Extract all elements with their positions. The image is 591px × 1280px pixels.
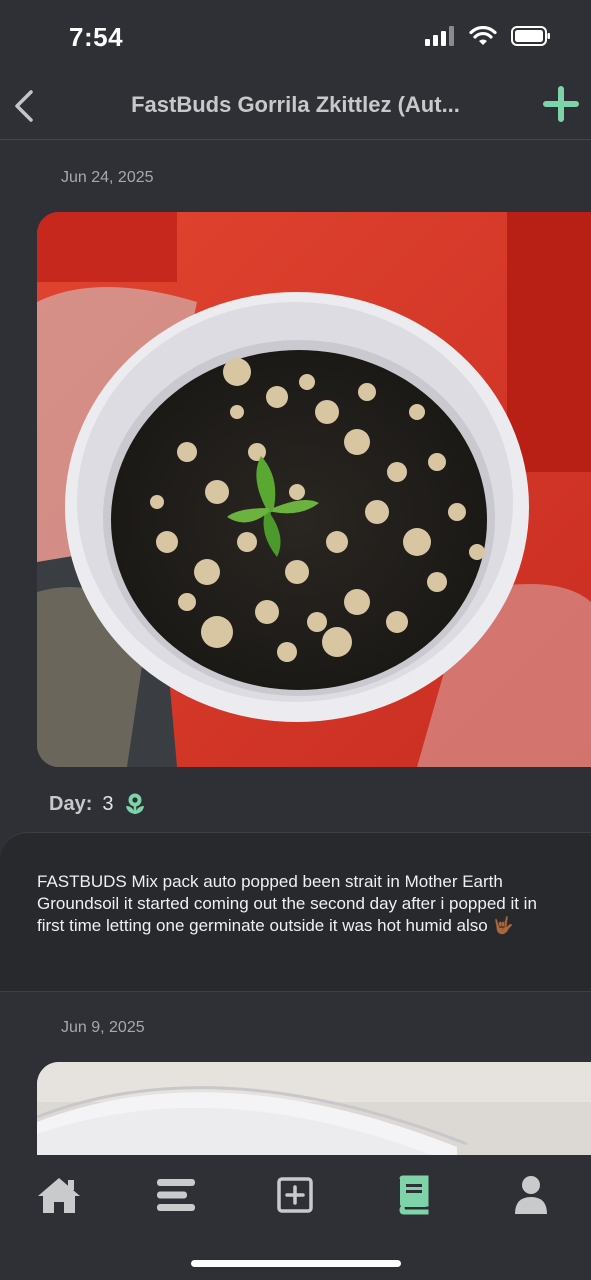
wifi-icon <box>469 26 497 45</box>
tab-home[interactable] <box>35 1173 83 1217</box>
page-title: FastBuds Gorrila Zkittlez (Aut... <box>131 92 460 117</box>
navigation-bar: FastBuds Gorrila Zkittlez (Aut... <box>0 78 591 140</box>
add-plus-icon[interactable] <box>543 86 579 122</box>
back-chevron-icon[interactable] <box>10 88 40 124</box>
tab-journal[interactable] <box>389 1173 437 1217</box>
entry-note-card[interactable]: FASTBUDS Mix pack auto popped been strai… <box>0 832 591 992</box>
entry-photo[interactable] <box>37 212 591 767</box>
journal-icon <box>399 1175 429 1215</box>
entry-date: Jun 9, 2025 <box>61 1019 145 1036</box>
battery-icon <box>511 26 550 46</box>
tab-add-entry[interactable] <box>271 1173 319 1217</box>
journal-feed[interactable]: Jun 24, 2025 Day: 3 FASTBUDS Mix pack au… <box>0 141 591 1155</box>
status-bar: 7:54 <box>0 0 591 78</box>
tab-list[interactable] <box>152 1173 200 1217</box>
entry-note-text: FASTBUDS Mix pack auto popped been strai… <box>37 872 537 935</box>
entry-date: Jun 24, 2025 <box>61 169 154 186</box>
day-counter: Day: 3 <box>49 792 147 816</box>
day-value: 3 <box>102 792 114 815</box>
home-icon <box>38 1178 80 1213</box>
status-icons <box>425 26 551 46</box>
profile-icon <box>515 1176 547 1214</box>
list-icon <box>157 1179 195 1211</box>
home-indicator <box>191 1260 401 1267</box>
seedling-stage-icon <box>126 793 145 814</box>
tab-profile[interactable] <box>507 1173 555 1217</box>
status-time: 7:54 <box>69 22 124 52</box>
add-entry-icon <box>277 1177 313 1213</box>
day-label: Day: <box>49 792 93 815</box>
entry-photo[interactable] <box>37 1062 591 1155</box>
cellular-signal-icon <box>425 26 454 46</box>
